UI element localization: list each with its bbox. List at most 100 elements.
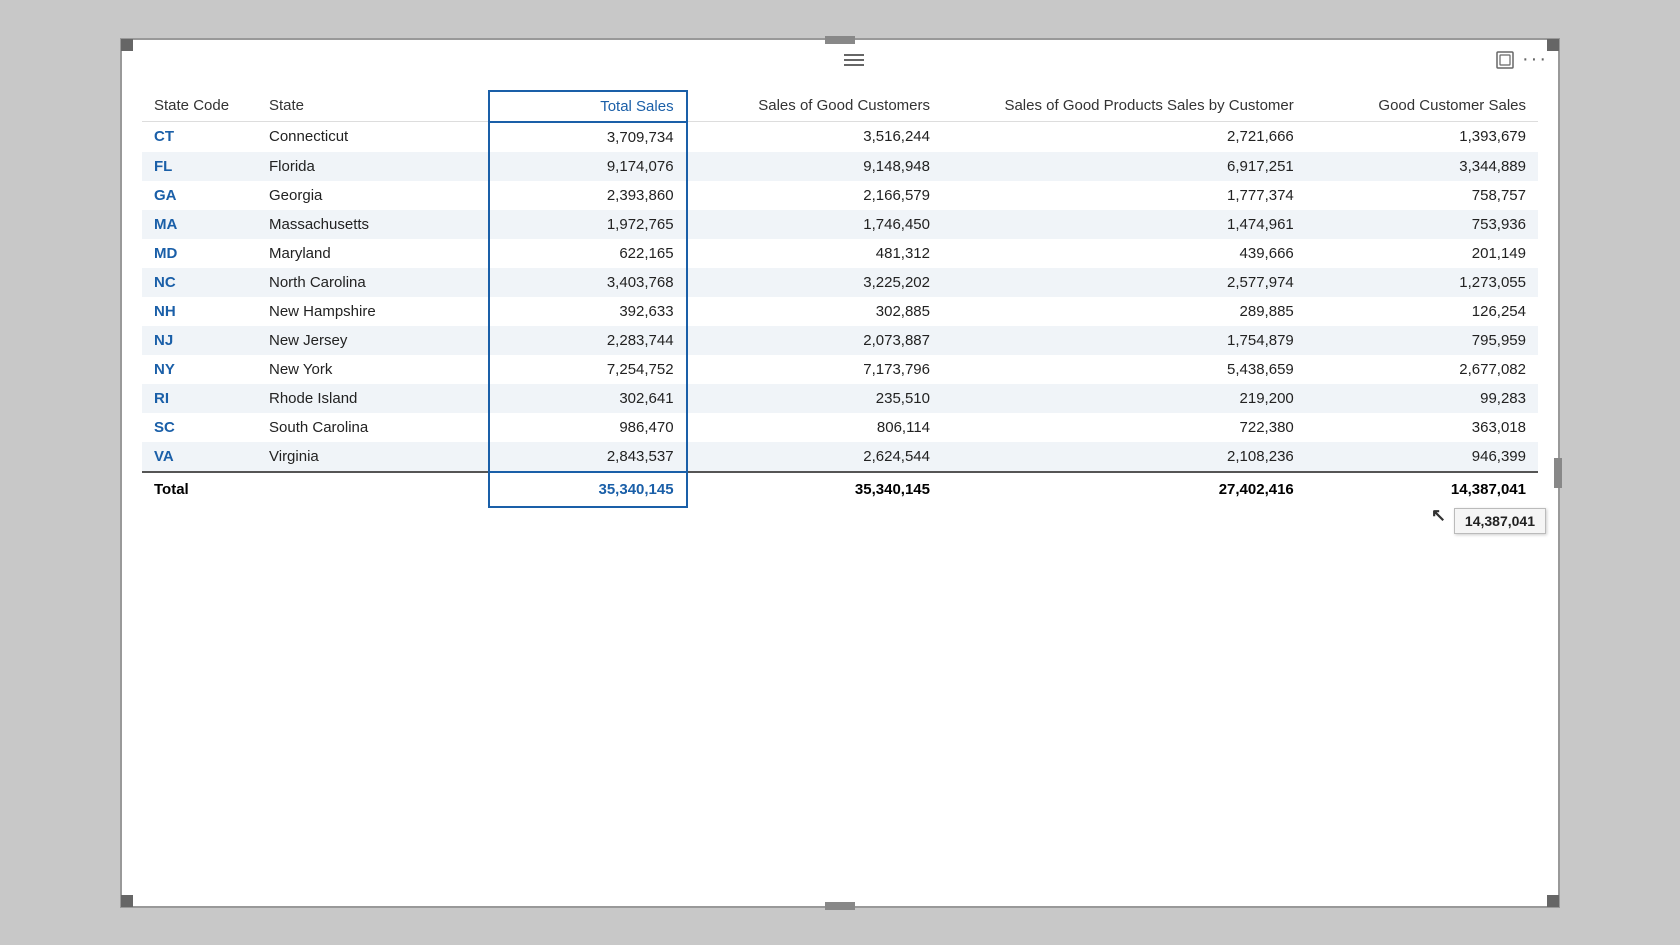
cell-total-sales: 986,470: [489, 413, 686, 442]
cell-good-customer-sales: 946,399: [1306, 442, 1538, 472]
table-row: NHNew Hampshire392,633302,885289,885126,…: [142, 297, 1538, 326]
cell-total-sales: 2,843,537: [489, 442, 686, 472]
table-row: NCNorth Carolina3,403,7683,225,2022,577,…: [142, 268, 1538, 297]
cell-state: Massachusetts: [257, 210, 489, 239]
cell-good-customer-sales: 753,936: [1306, 210, 1538, 239]
cell-total-sales: 3,709,734: [489, 122, 686, 152]
cell-sales-good-products: 722,380: [942, 413, 1306, 442]
col-header-total-sales[interactable]: Total Sales: [489, 91, 686, 122]
cell-sales-good-customers: 9,148,948: [687, 152, 942, 181]
col-header-sales-good-customers[interactable]: Sales of Good Customers: [687, 91, 942, 122]
expand-icon[interactable]: [1496, 51, 1514, 69]
total-total-sales: 35,340,145: [489, 472, 686, 507]
total-sales-good-customers: 35,340,145: [687, 472, 942, 507]
cell-total-sales: 392,633: [489, 297, 686, 326]
cell-state: North Carolina: [257, 268, 489, 297]
cursor-icon: ↖: [1431, 505, 1446, 526]
total-sales-good-products: 27,402,416: [942, 472, 1306, 507]
table-row: VAVirginia2,843,5372,624,5442,108,236946…: [142, 442, 1538, 472]
more-options-icon[interactable]: ···: [1522, 48, 1548, 71]
cell-sales-good-customers: 2,073,887: [687, 326, 942, 355]
table-row: FLFlorida9,174,0769,148,9486,917,2513,34…: [142, 152, 1538, 181]
cell-state-code: MD: [142, 239, 257, 268]
table-body: CTConnecticut3,709,7343,516,2442,721,666…: [142, 122, 1538, 472]
cell-sales-good-customers: 1,746,450: [687, 210, 942, 239]
cell-sales-good-products: 2,577,974: [942, 268, 1306, 297]
cell-sales-good-products: 439,666: [942, 239, 1306, 268]
cell-state: Virginia: [257, 442, 489, 472]
cell-state-code: NH: [142, 297, 257, 326]
table-row: MAMassachusetts1,972,7651,746,4501,474,9…: [142, 210, 1538, 239]
cell-total-sales: 9,174,076: [489, 152, 686, 181]
col-header-state-code[interactable]: State Code: [142, 91, 257, 122]
main-frame: ··· State Code State Total Sales Sales o…: [120, 38, 1560, 908]
cell-sales-good-customers: 2,166,579: [687, 181, 942, 210]
cell-state-code: CT: [142, 122, 257, 152]
table-row: CTConnecticut3,709,7343,516,2442,721,666…: [142, 122, 1538, 152]
table-row: SCSouth Carolina986,470806,114722,380363…: [142, 413, 1538, 442]
cell-state: New Hampshire: [257, 297, 489, 326]
cell-good-customer-sales: 795,959: [1306, 326, 1538, 355]
cell-sales-good-products: 2,108,236: [942, 442, 1306, 472]
cell-good-customer-sales: 2,677,082: [1306, 355, 1538, 384]
cell-sales-good-products: 2,721,666: [942, 122, 1306, 152]
cell-state-code: GA: [142, 181, 257, 210]
cell-sales-good-products: 6,917,251: [942, 152, 1306, 181]
cell-good-customer-sales: 363,018: [1306, 413, 1538, 442]
cell-sales-good-products: 219,200: [942, 384, 1306, 413]
cell-good-customer-sales: 758,757: [1306, 181, 1538, 210]
cell-sales-good-customers: 481,312: [687, 239, 942, 268]
cell-state-code: NC: [142, 268, 257, 297]
col-header-state[interactable]: State: [257, 91, 489, 122]
cell-sales-good-products: 1,754,879: [942, 326, 1306, 355]
table-header-row: State Code State Total Sales Sales of Go…: [142, 91, 1538, 122]
cell-state: South Carolina: [257, 413, 489, 442]
cell-good-customer-sales: 3,344,889: [1306, 152, 1538, 181]
cell-sales-good-products: 289,885: [942, 297, 1306, 326]
top-bar-center: [844, 54, 864, 66]
menu-icon[interactable]: [844, 54, 864, 66]
cell-total-sales: 622,165: [489, 239, 686, 268]
table-row: MDMaryland622,165481,312439,666201,149: [142, 239, 1538, 268]
cell-state-code: NJ: [142, 326, 257, 355]
cell-sales-good-customers: 2,624,544: [687, 442, 942, 472]
cell-total-sales: 302,641: [489, 384, 686, 413]
cell-sales-good-products: 1,474,961: [942, 210, 1306, 239]
table-row: NYNew York7,254,7527,173,7965,438,6592,6…: [142, 355, 1538, 384]
cell-sales-good-customers: 806,114: [687, 413, 942, 442]
cell-sales-good-customers: 235,510: [687, 384, 942, 413]
tooltip-wrapper: 14,387,041 ↖ 14,387,041: [1451, 481, 1526, 498]
tooltip-box: 14,387,041: [1454, 508, 1546, 534]
data-table: State Code State Total Sales Sales of Go…: [142, 90, 1538, 508]
cell-total-sales: 2,283,744: [489, 326, 686, 355]
cell-total-sales: 2,393,860: [489, 181, 686, 210]
cell-good-customer-sales: 126,254: [1306, 297, 1538, 326]
cell-sales-good-products: 1,777,374: [942, 181, 1306, 210]
cell-state: Connecticut: [257, 122, 489, 152]
cell-state-code: VA: [142, 442, 257, 472]
total-label: Total: [142, 472, 489, 507]
cell-sales-good-customers: 7,173,796: [687, 355, 942, 384]
cell-total-sales: 1,972,765: [489, 210, 686, 239]
total-good-customer-sales: 14,387,041 ↖ 14,387,041: [1306, 472, 1538, 507]
cell-state: Florida: [257, 152, 489, 181]
table-row: NJNew Jersey2,283,7442,073,8871,754,8797…: [142, 326, 1538, 355]
cell-state-code: FL: [142, 152, 257, 181]
col-header-sales-good-products[interactable]: Sales of Good Products Sales by Customer: [942, 91, 1306, 122]
cell-state: Georgia: [257, 181, 489, 210]
top-bar: ···: [122, 40, 1558, 80]
cell-state-code: SC: [142, 413, 257, 442]
table-total-row: Total 35,340,145 35,340,145 27,402,416 1…: [142, 472, 1538, 507]
col-header-good-customer-sales[interactable]: Good Customer Sales: [1306, 91, 1538, 122]
table-row: RIRhode Island302,641235,510219,20099,28…: [142, 384, 1538, 413]
cell-sales-good-customers: 3,225,202: [687, 268, 942, 297]
cell-state-code: NY: [142, 355, 257, 384]
cell-state-code: RI: [142, 384, 257, 413]
cell-state: New Jersey: [257, 326, 489, 355]
cell-good-customer-sales: 1,393,679: [1306, 122, 1538, 152]
table-container: State Code State Total Sales Sales of Go…: [122, 80, 1558, 906]
cell-state: Maryland: [257, 239, 489, 268]
cell-sales-good-customers: 3,516,244: [687, 122, 942, 152]
total-good-customer-sales-value: 14,387,041: [1451, 481, 1526, 498]
cell-good-customer-sales: 201,149: [1306, 239, 1538, 268]
